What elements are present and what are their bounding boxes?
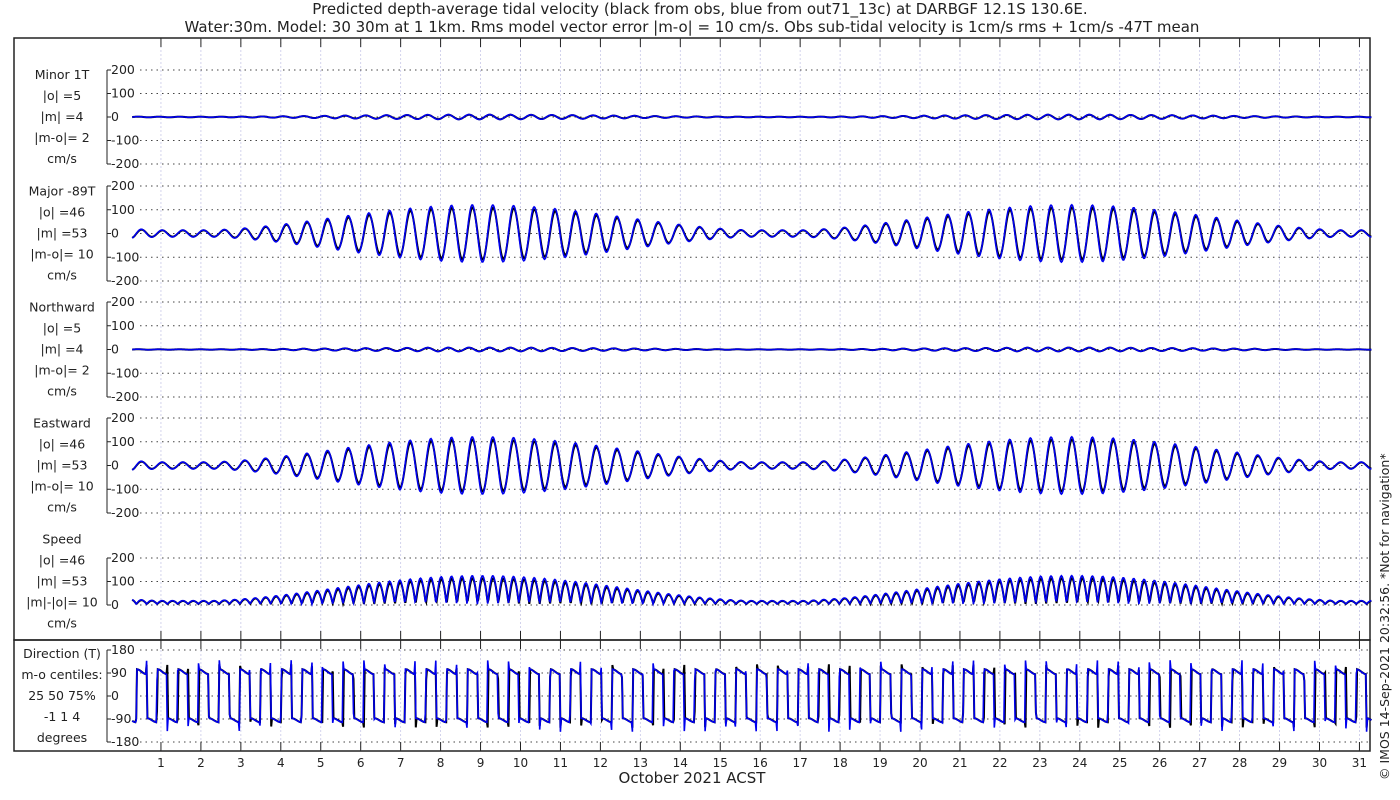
x-tick-label: 24 [1072, 756, 1087, 770]
x-tick-label: 10 [513, 756, 528, 770]
panel-label: 25 50 75% [28, 688, 96, 703]
x-tick-label: 31 [1352, 756, 1367, 770]
y-tick-label: 200 [111, 550, 135, 565]
y-tick-label: -100 [111, 365, 139, 380]
panel-label: m-o centiles: [21, 667, 102, 682]
x-tick-label: 29 [1272, 756, 1287, 770]
panel-label: |m-o|= 10 [30, 247, 93, 262]
panel-label: Speed [42, 532, 81, 547]
panel-label: |m|-|o|= 10 [26, 595, 98, 610]
x-tick-label: 9 [477, 756, 485, 770]
y-tick-label: -180 [111, 734, 139, 749]
y-tick-label: -100 [111, 133, 139, 148]
x-tick-label: 19 [872, 756, 887, 770]
y-tick-label: 100 [111, 86, 135, 101]
y-tick-label: 200 [111, 294, 135, 309]
y-tick-label: -90 [111, 711, 131, 726]
x-tick-label: 1 [157, 756, 165, 770]
panel-label: |o| =46 [39, 205, 85, 220]
panel-label: Eastward [33, 416, 91, 431]
y-tick-label: -200 [111, 389, 139, 404]
chart-title-line2: Water:30m. Model: 30 30m at 1 1km. Rms m… [185, 18, 1200, 36]
y-tick-label: 0 [111, 597, 119, 612]
chart-title-line1: Predicted depth-average tidal velocity (… [312, 0, 1087, 19]
panel-label: -1 1 4 [44, 709, 80, 724]
x-tick-label: 2 [197, 756, 205, 770]
y-tick-label: 90 [111, 665, 127, 680]
y-tick-label: 200 [111, 410, 135, 425]
tidal-velocity-chart: Predicted depth-average tidal velocity (… [0, 0, 1400, 800]
x-tick-label: 20 [912, 756, 927, 770]
panel-label: cm/s [47, 500, 77, 515]
x-tick-label: 16 [753, 756, 768, 770]
x-tick-label: 26 [1152, 756, 1167, 770]
upper-frame [13, 37, 1371, 641]
panel-label: |o| =46 [39, 553, 85, 568]
y-tick-label: 0 [111, 109, 119, 124]
y-tick-label: 100 [111, 202, 135, 217]
x-tick-label: 14 [673, 756, 688, 770]
x-tick-label: 4 [277, 756, 285, 770]
panel-label: |m| =53 [37, 226, 88, 241]
panel-label: |m| =53 [37, 458, 88, 473]
panel-label: Minor 1T [35, 67, 90, 82]
panel-label: cm/s [47, 151, 77, 166]
x-tick-label: 21 [952, 756, 967, 770]
panel-label: |m-o|= 2 [34, 130, 89, 145]
panel-label: |m-o|= 10 [30, 479, 93, 494]
y-tick-label: -100 [111, 481, 139, 496]
panel-label: |o| =5 [43, 321, 81, 336]
y-tick-label: 0 [111, 226, 119, 241]
y-tick-label: 200 [111, 62, 135, 77]
panel-label: |o| =5 [43, 88, 81, 103]
panel-label: Direction (T) [23, 646, 101, 661]
y-tick-label: 100 [111, 574, 135, 589]
x-tick-label: 5 [317, 756, 325, 770]
x-tick-label: 18 [832, 756, 847, 770]
panel-label: cm/s [47, 384, 77, 399]
x-tick-label: 30 [1312, 756, 1327, 770]
y-tick-label: -200 [111, 505, 139, 520]
x-tick-label: 17 [793, 756, 808, 770]
speed-model-line [131, 574, 1372, 608]
y-tick-label: 0 [111, 688, 119, 703]
y-tick-label: 100 [111, 318, 135, 333]
x-tick-label: 15 [713, 756, 728, 770]
panel-label: |m| =4 [41, 109, 84, 124]
minor-model-line [132, 113, 1372, 121]
panel-label: Northward [29, 300, 95, 315]
y-tick-label: 180 [111, 642, 135, 657]
x-tick-label: 25 [1112, 756, 1127, 770]
panel-label: degrees [37, 730, 87, 745]
y-tick-label: -100 [111, 249, 139, 264]
panel-label: Major -89T [29, 184, 96, 199]
panel-label: |m-o|= 2 [34, 363, 89, 378]
x-tick-label: 27 [1192, 756, 1207, 770]
x-tick-label: 7 [397, 756, 405, 770]
panel-label: |m| =53 [37, 574, 88, 589]
y-tick-label: -200 [111, 273, 139, 288]
x-tick-label: 13 [633, 756, 648, 770]
x-tick-label: 8 [437, 756, 445, 770]
y-tick-label: 100 [111, 434, 135, 449]
x-axis-label: October 2021 ACST [619, 769, 767, 787]
x-tick-label: 3 [237, 756, 245, 770]
chart-svg: Predicted depth-average tidal velocity (… [13, 0, 1392, 787]
y-tick-label: 200 [111, 178, 135, 193]
panel-label: cm/s [47, 268, 77, 283]
x-tick-label: 12 [593, 756, 608, 770]
x-tick-label: 28 [1232, 756, 1247, 770]
x-tick-label: 23 [1032, 756, 1047, 770]
panel-label: |o| =46 [39, 437, 85, 452]
north-model-line [132, 346, 1372, 353]
panel-label: cm/s [47, 616, 77, 631]
panel-label: |m| =4 [41, 342, 84, 357]
x-tick-label: 22 [992, 756, 1007, 770]
x-tick-label: 6 [357, 756, 365, 770]
y-tick-label: -200 [111, 156, 139, 171]
y-tick-label: 0 [111, 342, 119, 357]
copyright-footer: © IMOS 14-Sep-2021 20:32:56. *Not for na… [1377, 453, 1392, 780]
y-tick-label: 0 [111, 458, 119, 473]
x-tick-label: 11 [553, 756, 568, 770]
